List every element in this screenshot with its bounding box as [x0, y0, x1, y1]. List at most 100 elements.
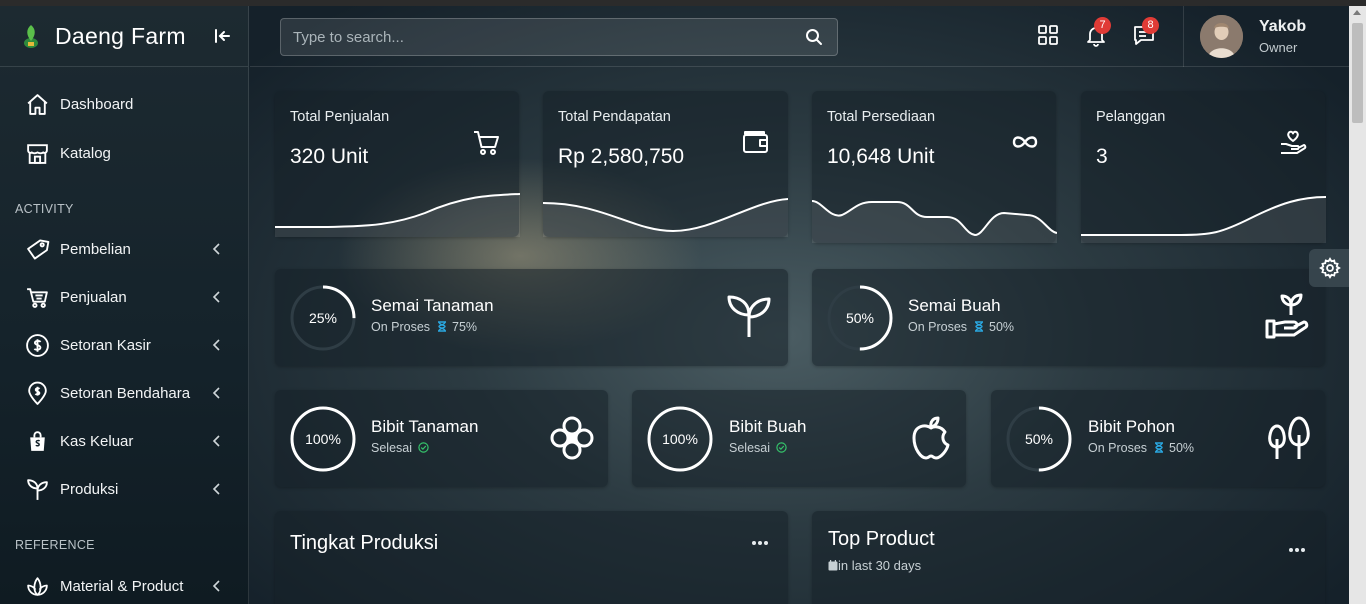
avatar[interactable] [1200, 15, 1243, 58]
panel-top-product: Top Product in last 30 days [812, 511, 1325, 604]
more-options-icon[interactable] [750, 538, 770, 548]
plant-hand-icon [1265, 293, 1309, 339]
sidebar-item-label: Pembelian [60, 241, 131, 258]
brand: Daeng Farm [0, 6, 248, 67]
user-photo [1200, 15, 1243, 58]
progress-percent: 100% [662, 431, 698, 447]
stat-value: 3 [1096, 145, 1108, 168]
progress-status: Selesai [371, 441, 430, 455]
status-text: On Proses [1088, 441, 1148, 455]
sidebar-item-kas-keluar[interactable]: Kas Keluar [0, 421, 249, 461]
user-role: Owner [1259, 40, 1298, 55]
sidebar-item-label: Dashboard [60, 96, 134, 113]
vertical-scrollbar[interactable] [1349, 6, 1366, 604]
status-value: 50% [1169, 441, 1195, 455]
status-value: 75% [452, 320, 478, 334]
stat-card-total-penjualan: Total Penjualan 320 Unit [275, 91, 520, 237]
progress-card-bibit-buah: 100% Bibit Buah Selesai [632, 390, 966, 487]
sidebar-item-produksi[interactable]: Produksi [0, 469, 249, 509]
sparkline-total-pendapatan [543, 198, 788, 237]
sidebar-item-dashboard[interactable]: Dashboard [0, 84, 249, 124]
hourglass-icon [974, 321, 983, 332]
chevron-left-icon [212, 339, 220, 351]
progress-title: Bibit Tanaman [371, 417, 479, 436]
sidebar-item-setoran-bendahara[interactable]: Setoran Bendahara [0, 373, 249, 413]
progress-title: Bibit Pohon [1088, 417, 1175, 436]
messages-badge: 8 [1142, 17, 1159, 34]
progress-title: Semai Buah [908, 296, 1001, 315]
search-box [280, 18, 838, 56]
progress-card-semai-tanaman: 25% Semai Tanaman On Proses 75% [275, 269, 788, 366]
progress-ring: 100% [290, 406, 356, 472]
store-icon [27, 144, 48, 164]
sidebar-item-label: Setoran Kasir [60, 337, 151, 354]
check-circle-icon [776, 442, 788, 453]
search-icon[interactable] [805, 28, 823, 46]
sidebar-item-label: Material & Product [60, 578, 184, 595]
panel-title: Tingkat Produksi [290, 532, 439, 554]
stat-card-pelanggan: Pelanggan 3 [1081, 91, 1326, 243]
theme-settings-button[interactable] [1309, 249, 1350, 287]
section-title-activity: ACTIVITY [15, 202, 74, 216]
hand-heart-icon [1281, 130, 1307, 154]
wallet-icon [743, 131, 768, 153]
dollar-circle-icon [26, 334, 49, 357]
sparkline-total-persediaan [812, 200, 1057, 243]
check-circle-icon [418, 442, 430, 453]
sidebar-item-setoran-kasir[interactable]: Setoran Kasir [0, 325, 249, 365]
chevron-left-icon [212, 435, 220, 447]
scrollbar-thumb[interactable] [1352, 23, 1363, 123]
brand-name: Daeng Farm [55, 23, 186, 49]
lotus-icon [27, 577, 48, 596]
progress-status: On Proses 50% [1088, 441, 1194, 455]
stat-title: Pelanggan [1096, 109, 1166, 125]
panel-title: Top Product [828, 528, 935, 550]
trees-icon [1268, 416, 1310, 459]
stat-value: 320 Unit [290, 145, 369, 168]
scroll-up-arrow[interactable] [1353, 10, 1361, 15]
status-text: On Proses [371, 320, 431, 334]
stat-title: Total Persediaan [827, 109, 936, 125]
progress-card-semai-buah: 50% Semai Buah On Proses 50% [812, 269, 1325, 366]
sidebar-item-penjualan[interactable]: Penjualan [0, 277, 249, 317]
progress-status: On Proses 75% [371, 320, 477, 334]
sidebar-item-pembelian[interactable]: Pembelian [0, 229, 249, 269]
sidebar-item-label: Produksi [60, 481, 119, 498]
cart-icon [27, 288, 48, 308]
panel-subtitle: in last 30 days [828, 558, 921, 573]
apps-grid-icon[interactable] [1036, 23, 1060, 47]
stat-value: Rp 2,580,750 [558, 145, 685, 168]
progress-ring: 50% [827, 285, 893, 351]
sparkline-total-penjualan [275, 193, 520, 237]
status-text: Selesai [729, 441, 770, 455]
status-value: 50% [989, 320, 1015, 334]
progress-ring: 25% [290, 285, 356, 351]
progress-title: Semai Tanaman [371, 296, 494, 315]
sidebar-item-katalog[interactable]: Katalog [0, 133, 249, 173]
more-options-icon[interactable] [1287, 545, 1307, 555]
sidebar-item-material-product[interactable]: Material & Product [0, 566, 249, 604]
hourglass-icon [1154, 442, 1163, 453]
apple-icon [912, 416, 950, 460]
flower-icon [550, 416, 594, 460]
search-input[interactable] [293, 19, 793, 55]
header-divider [1183, 6, 1184, 67]
sprout-icon [27, 479, 48, 500]
progress-percent: 25% [309, 310, 337, 326]
shopping-bag-icon [30, 431, 45, 451]
section-title-reference: REFERENCE [15, 538, 95, 552]
progress-ring: 50% [1006, 406, 1072, 472]
stat-card-total-persediaan: Total Persediaan 10,648 Unit [812, 91, 1057, 243]
progress-percent: 50% [846, 310, 874, 326]
top-header: 7 8 Yakob Owner [250, 6, 1350, 67]
location-dollar-icon [28, 381, 47, 405]
sidebar-item-label: Katalog [60, 145, 111, 162]
progress-percent: 100% [305, 431, 341, 447]
status-text: Selesai [371, 441, 412, 455]
notifications-badge: 7 [1094, 17, 1111, 34]
leaf-logo-icon [24, 25, 38, 48]
chevron-left-icon [212, 483, 220, 495]
collapse-sidebar-icon[interactable] [212, 26, 232, 46]
sparkline-pelanggan [1081, 196, 1326, 243]
infinity-icon [1012, 136, 1038, 148]
